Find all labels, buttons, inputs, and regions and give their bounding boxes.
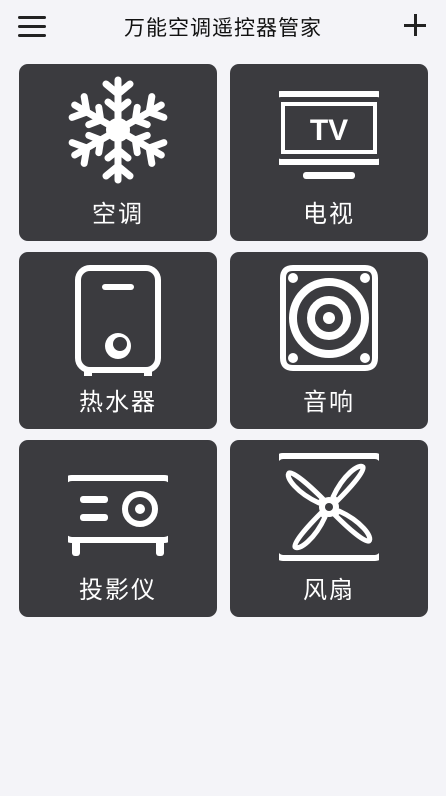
- device-tile-fan[interactable]: 风扇: [230, 440, 428, 617]
- hamburger-menu-icon[interactable]: [18, 16, 46, 38]
- device-tile-water-heater[interactable]: 热水器: [19, 252, 217, 429]
- device-tile-air-conditioner[interactable]: 空调: [19, 64, 217, 241]
- projector-icon: [68, 475, 168, 556]
- device-label: 电视: [303, 200, 355, 228]
- water-heater-icon: [75, 265, 161, 376]
- device-tile-projector[interactable]: 投影仪: [19, 440, 217, 617]
- top-bar: 万能空调遥控器管家: [0, 0, 446, 56]
- tv-icon: TV: [279, 91, 379, 179]
- page-title: 万能空调遥控器管家: [124, 16, 322, 40]
- snowflake-icon: [68, 76, 168, 188]
- device-tile-tv[interactable]: TV 电视: [230, 64, 428, 241]
- device-label: 投影仪: [79, 576, 157, 604]
- device-label: 风扇: [303, 576, 355, 604]
- speaker-icon: [280, 265, 378, 371]
- device-label: 空调: [92, 200, 144, 228]
- device-label: 热水器: [79, 388, 157, 416]
- tv-icon-text: TV: [310, 114, 348, 147]
- plus-icon[interactable]: [402, 12, 428, 38]
- device-label: 音响: [303, 388, 355, 416]
- device-tile-speaker[interactable]: 音响: [230, 252, 428, 429]
- fan-icon: [279, 453, 379, 561]
